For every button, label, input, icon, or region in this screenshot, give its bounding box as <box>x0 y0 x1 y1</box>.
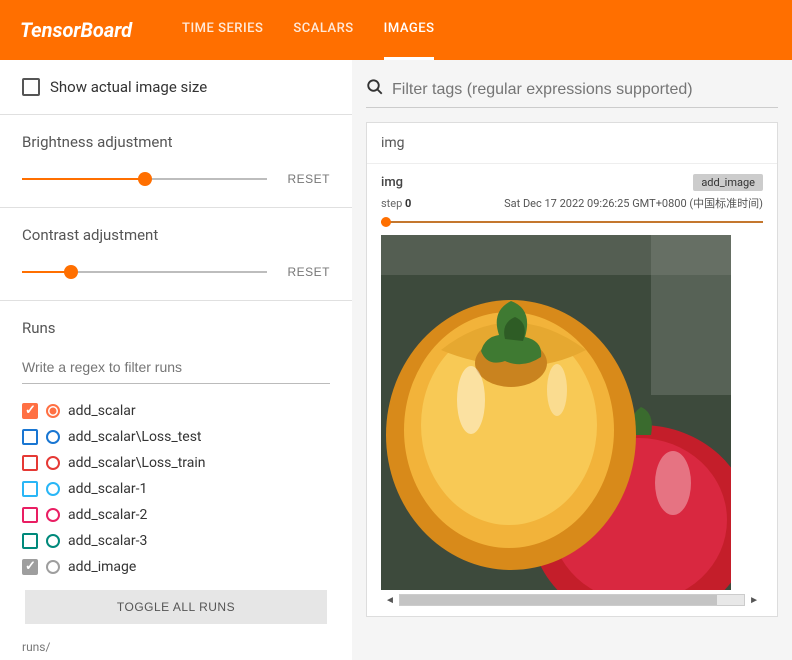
run-checkbox[interactable] <box>22 533 38 549</box>
brightness-label: Brightness adjustment <box>22 133 330 151</box>
run-checkbox[interactable] <box>22 507 38 523</box>
run-radio[interactable] <box>46 508 60 522</box>
run-item: add_scalar-1 <box>22 476 330 502</box>
image-timestamp: Sat Dec 17 2022 09:26:25 GMT+0800 (中国标准时… <box>504 195 763 211</box>
run-label: add_scalar-2 <box>68 507 147 523</box>
image-scrollbar[interactable]: ◄ ► <box>381 594 763 606</box>
tab-time-series[interactable]: TIME SERIES <box>182 0 263 60</box>
run-checkbox[interactable] <box>22 403 38 419</box>
show-actual-size-checkbox[interactable] <box>22 78 40 96</box>
main-content: img img add_image step 0 Sat Dec 17 2022… <box>352 60 792 660</box>
brightness-reset-button[interactable]: RESET <box>287 172 330 186</box>
run-checkbox[interactable] <box>22 559 38 575</box>
run-radio[interactable] <box>46 456 60 470</box>
brightness-slider[interactable] <box>22 169 267 189</box>
runs-header: Runs <box>22 319 330 337</box>
run-label: add_scalar\Loss_test <box>68 429 202 445</box>
show-actual-size-label: Show actual image size <box>50 78 207 96</box>
run-item: add_scalar\Loss_train <box>22 450 330 476</box>
tab-scalars[interactable]: SCALARS <box>293 0 353 60</box>
run-item: add_scalar-2 <box>22 502 330 528</box>
nav-tabs: TIME SERIES SCALARS IMAGES <box>182 0 434 60</box>
run-label: add_scalar <box>68 403 136 419</box>
run-item: add_image <box>22 554 330 580</box>
tab-images[interactable]: IMAGES <box>384 0 435 60</box>
filter-runs-input[interactable] <box>22 355 330 384</box>
contrast-slider[interactable] <box>22 262 267 282</box>
run-checkbox[interactable] <box>22 481 38 497</box>
run-checkbox[interactable] <box>22 455 38 471</box>
tag-filter-bar <box>366 74 778 108</box>
run-item: add_scalar-3 <box>22 528 330 554</box>
run-label: add_scalar-3 <box>68 533 147 549</box>
card-header[interactable]: img <box>367 123 777 164</box>
image-title: img <box>381 175 403 190</box>
runs-footer: runs/ <box>0 640 352 660</box>
run-label: add_scalar-1 <box>68 481 147 497</box>
image-card: img img add_image step 0 Sat Dec 17 2022… <box>366 122 778 617</box>
run-radio[interactable] <box>46 482 60 496</box>
app-logo: TensorBoard <box>20 18 132 42</box>
scroll-left-icon[interactable]: ◄ <box>381 595 399 606</box>
run-radio[interactable] <box>46 560 60 574</box>
run-label: add_scalar\Loss_train <box>68 455 206 471</box>
run-item: add_scalar\Loss_test <box>22 424 330 450</box>
tag-filter-input[interactable] <box>392 81 778 99</box>
runs-list: add_scalar add_scalar\Loss_test add_scalar… <box>22 398 330 580</box>
toggle-all-runs-button[interactable]: TOGGLE ALL RUNS <box>25 590 327 624</box>
run-item: add_scalar <box>22 398 330 424</box>
step-slider[interactable] <box>381 215 763 229</box>
step-label: step 0 <box>381 197 411 210</box>
run-radio[interactable] <box>46 430 60 444</box>
sidebar: Show actual image size Brightness adjust… <box>0 60 352 660</box>
scroll-right-icon[interactable]: ► <box>745 595 763 606</box>
contrast-reset-button[interactable]: RESET <box>287 265 330 279</box>
app-header: TensorBoard TIME SERIES SCALARS IMAGES <box>0 0 792 60</box>
contrast-label: Contrast adjustment <box>22 226 330 244</box>
run-radio[interactable] <box>46 534 60 548</box>
image-preview[interactable] <box>381 235 731 590</box>
run-checkbox[interactable] <box>22 429 38 445</box>
run-radio[interactable] <box>46 404 60 418</box>
search-icon <box>366 78 384 101</box>
image-run-tag: add_image <box>693 174 763 191</box>
run-label: add_image <box>68 559 136 575</box>
